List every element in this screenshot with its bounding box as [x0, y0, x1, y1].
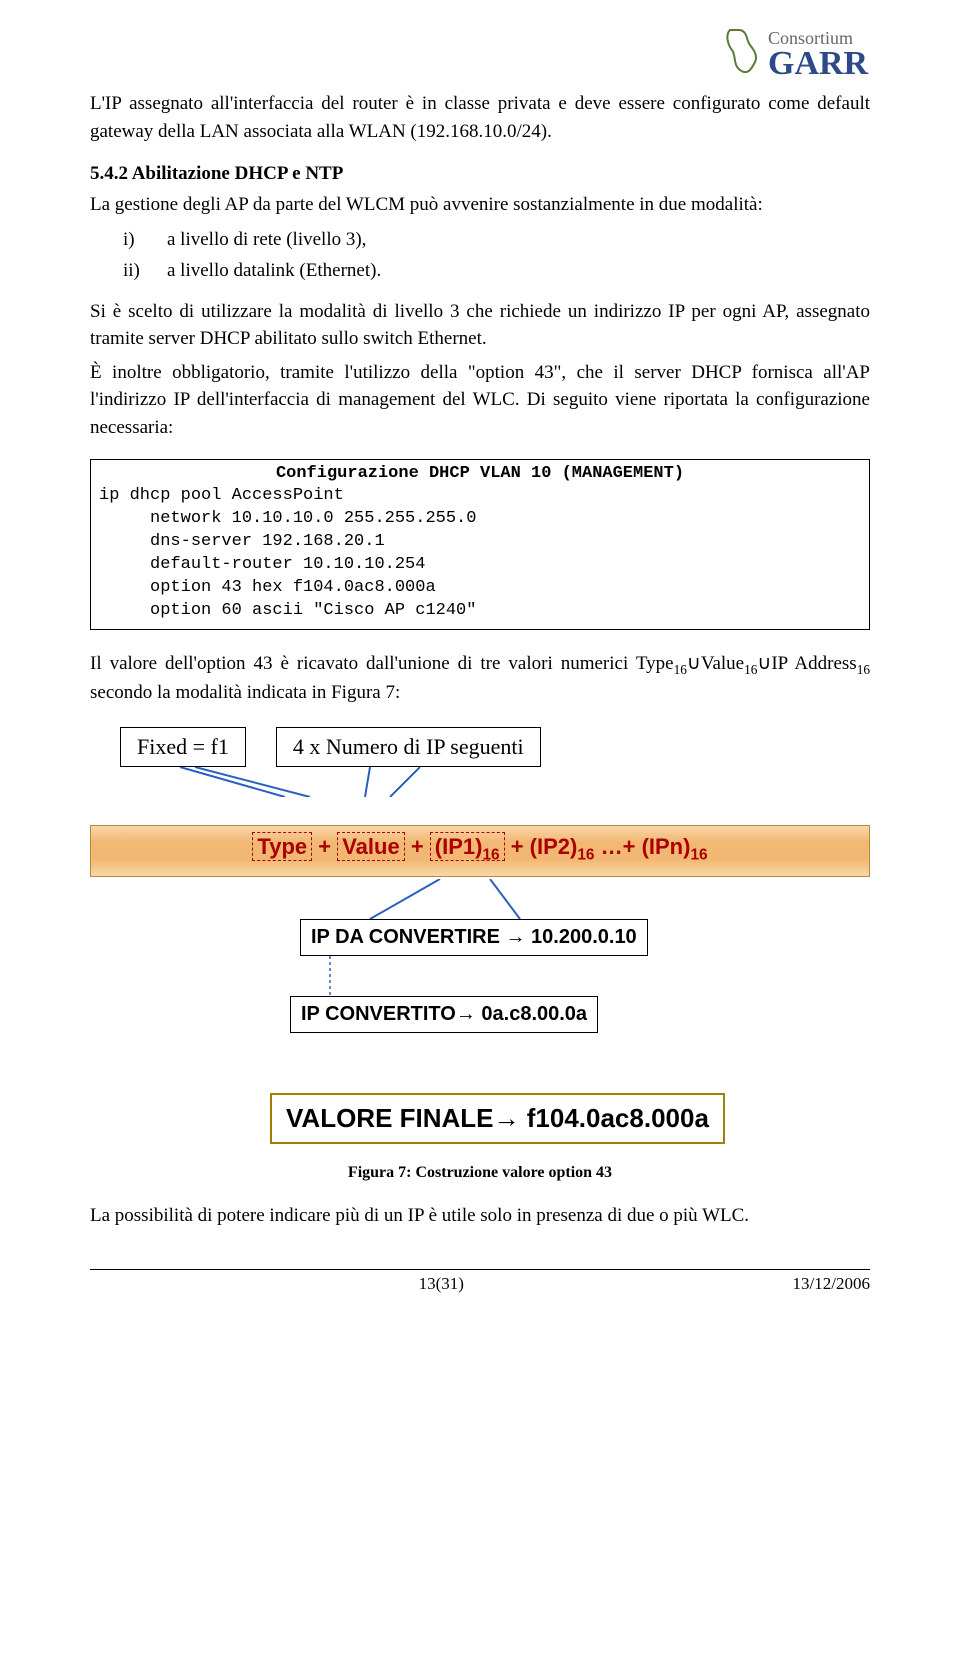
logo-text-2: GARR	[768, 45, 869, 82]
final-value-box: VALORE FINALE→ f104.0ac8.000a	[270, 1093, 725, 1144]
connector-mid	[90, 879, 870, 919]
mode-list: i)a livello di rete (livello 3), ii)a li…	[120, 223, 384, 288]
consortium-garr-logo: Consortium GARR	[710, 20, 900, 89]
page-footer: 13(31) 13/12/2006	[90, 1269, 870, 1294]
connector-top	[90, 767, 870, 797]
figure-caption: Figura 7: Costruzione valore option 43	[90, 1164, 870, 1182]
list-item: a livello datalink (Ethernet).	[166, 256, 382, 286]
intro-paragraph: L'IP assegnato all'interfaccia del route…	[90, 90, 870, 145]
page-date: 13/12/2006	[793, 1274, 870, 1294]
formula-text: Type + Value + (IP1)16 + (IP2)16 …+ (IPn…	[91, 834, 869, 864]
connector-dashed	[90, 956, 870, 996]
ip-converted-box: IP CONVERTITO→ 0a.c8.00.0a	[290, 996, 598, 1033]
closing-paragraph: La possibilità di potere indicare più di…	[90, 1202, 870, 1230]
list-item: a livello di rete (livello 3),	[166, 225, 382, 255]
option43-paragraph: È inoltre obbligatorio, tramite l'utiliz…	[90, 359, 870, 442]
option43-diagram: Fixed = f1 4 x Numero di IP seguenti Typ…	[90, 727, 870, 1144]
count-box: 4 x Numero di IP seguenti	[276, 727, 541, 767]
document-page: Consortium GARR L'IP assegnato all'inter…	[0, 0, 960, 1334]
dhcp-config-box: Configurazione DHCP VLAN 10 (MANAGEMENT)…	[90, 459, 870, 630]
section-heading: 5.4.2 Abilitazione DHCP e NTP	[90, 163, 870, 185]
page-number: 13(31)	[419, 1274, 464, 1294]
formula-bar: Type + Value + (IP1)16 + (IP2)16 …+ (IPn…	[90, 825, 870, 877]
modes-intro: La gestione degli AP da parte del WLCM p…	[90, 191, 870, 219]
fixed-box: Fixed = f1	[120, 727, 246, 767]
ip-to-convert-box: IP DA CONVERTIRE → 10.200.0.10	[300, 919, 648, 956]
code-body: ip dhcp pool AccessPoint network 10.10.1…	[91, 485, 869, 629]
option43-formula-paragraph: Il valore dell'option 43 è ricavato dall…	[90, 650, 870, 707]
code-title: Configurazione DHCP VLAN 10 (MANAGEMENT)	[91, 460, 869, 485]
choice-paragraph: Si è scelto di utilizzare la modalità di…	[90, 298, 870, 353]
